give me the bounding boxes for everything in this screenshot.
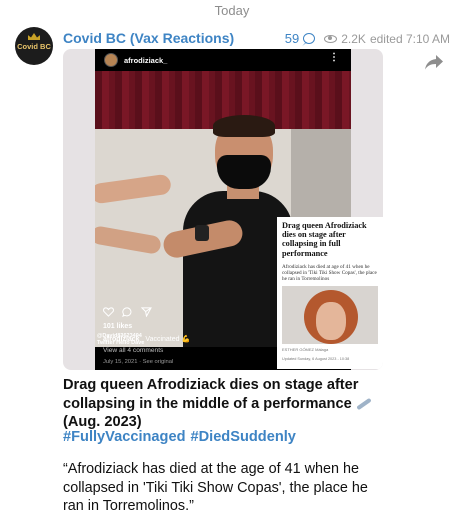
article-title: Drag queen Afrodiziack dies on stage aft… [282,221,367,258]
eye-icon [324,34,338,43]
ig-header: afrodiziack_ ⋮ [95,49,351,71]
watch [195,225,209,241]
syringe-icon [355,397,372,410]
send-icon [141,307,152,317]
hashtag-diedsuddenly[interactable]: #DiedSuddenly [190,429,295,445]
date-separator: Today [214,3,250,18]
avatar-text: Covid BC [17,42,51,51]
ig-username: afrodiziack_ [124,55,168,65]
comment-icon [122,307,132,317]
ig-date: July 15, 2021 · See original [103,359,174,365]
headline-year: (Aug. 2023) [63,414,142,430]
face-mask [217,155,271,189]
more-dots-icon: ⋮ [329,52,339,63]
share-arrow-icon[interactable] [424,53,444,71]
drag-queen-photo [282,286,378,344]
article-subtitle: Afrodiziack has died at age of 41 when h… [282,264,377,283]
post-quote: “Afrodiziack has died at the age of 41 w… [63,461,368,514]
post-media-image[interactable]: afrodiziack_ ⋮ @David83623494 Twitter He… [63,49,383,370]
man-hair [213,115,275,137]
queen-face [316,302,346,340]
news-article-clip: Drag queen Afrodiziack dies on stage aft… [277,217,383,369]
ig-likes: 101 likes [103,323,133,330]
edited-time: edited 7:10 AM [369,31,450,46]
ig-avatar [104,53,118,67]
speech-bubble-icon[interactable] [303,33,316,44]
article-byline: ESTHER GÓMEZ Málaga [282,347,329,352]
views-count: 2.2K [341,31,366,46]
hashtag-fullyvaccinaged[interactable]: #FullyVaccinaged [63,429,185,445]
ig-caption-text: Vaccinated 💪 [145,336,191,343]
instagram-screenshot: afrodiziack_ ⋮ @David83623494 Twitter He… [95,49,383,370]
post-headline: Drag queen Afrodiziack dies on stage aft… [63,376,383,432]
ig-caption: afrodiziack_ Vaccinated 💪 [103,335,190,343]
ig-comments-link: View all 4 comments [103,347,164,354]
ig-caption-user: afrodiziack_ [103,336,144,343]
channel-name[interactable]: Covid BC (Vax Reactions) [63,30,234,46]
crown-icon [28,33,40,40]
heart-icon [103,307,114,317]
comments-count[interactable]: 59 [285,31,299,46]
ig-action-icons [103,307,152,317]
hashtags: #FullyVaccinaged #DiedSuddenly [63,429,296,445]
article-footer: Updated Sunday, 6 August 2023 - 10:38 [282,357,350,361]
message-meta: 59 2.2K edited 7:10 AM [285,31,450,46]
channel-avatar[interactable]: Covid BC [15,27,53,65]
headline-text: Drag queen Afrodiziack dies on stage aft… [63,377,359,412]
